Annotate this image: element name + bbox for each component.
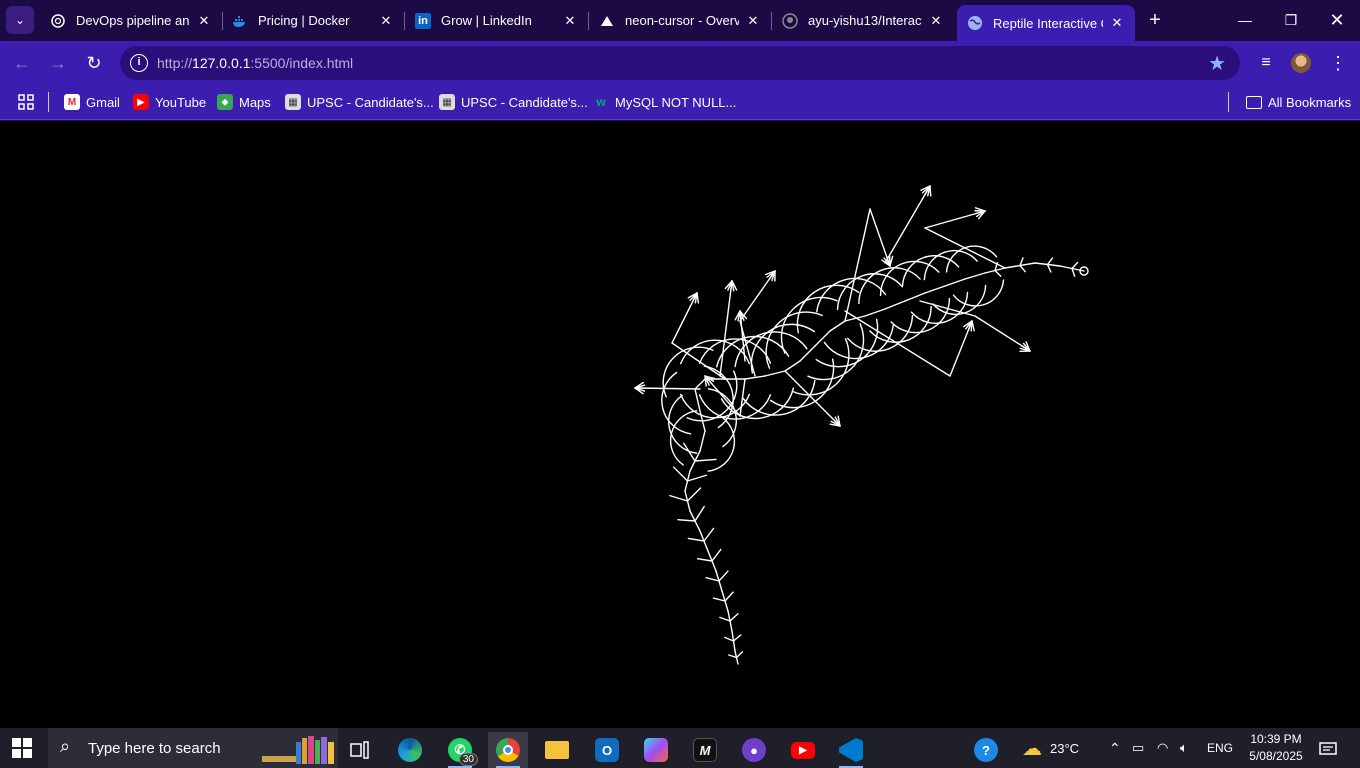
tab-close-icon[interactable]: ✕ bbox=[1109, 15, 1125, 31]
copilot-icon[interactable] bbox=[636, 732, 676, 768]
bookmark-star-icon[interactable]: ★ bbox=[1208, 51, 1226, 76]
tab-close-icon[interactable]: ✕ bbox=[196, 13, 212, 29]
tab-title: neon-cursor - Overvi bbox=[625, 13, 739, 28]
maps-icon: ⬥ bbox=[217, 94, 233, 110]
media-control-icon[interactable]: ≡ bbox=[1254, 51, 1278, 75]
tab-title: DevOps pipeline and bbox=[76, 13, 190, 28]
bookmark-maps[interactable]: ⬥ Maps bbox=[217, 91, 271, 113]
whatsapp-icon[interactable]: ✆ 30 bbox=[440, 732, 480, 768]
tab-close-icon[interactable]: ✕ bbox=[745, 13, 761, 29]
forward-button[interactable]: → bbox=[46, 51, 70, 75]
folder-icon bbox=[1246, 95, 1262, 109]
upsc-icon: ▦ bbox=[285, 94, 301, 110]
reptile-canvas[interactable] bbox=[0, 121, 1360, 728]
tab-close-icon[interactable]: ✕ bbox=[378, 13, 394, 29]
tab-strip: ⌄ DevOps pipeline and ✕ Pricing | Docker… bbox=[0, 0, 1360, 41]
back-button[interactable]: ← bbox=[10, 51, 34, 75]
help-icon[interactable]: ? bbox=[966, 732, 1006, 768]
search-highlight-books-icon bbox=[262, 736, 334, 764]
menu-kebab-icon[interactable]: ⋮ bbox=[1326, 51, 1350, 75]
bookmarks-bar: M Gmail ▶ YouTube ⬥ Maps ▦ UPSC - Candid… bbox=[0, 85, 1360, 120]
tab-title: ayu-yishu13/Interacti bbox=[808, 13, 922, 28]
youtube-icon: ▶ bbox=[133, 94, 149, 110]
all-bookmarks[interactable]: All Bookmarks bbox=[1246, 91, 1351, 113]
edge-icon[interactable] bbox=[390, 732, 430, 768]
github-icon bbox=[782, 12, 798, 29]
windows-taskbar: ⌕ Type here to search ✆ 30 O M ● ▶ ? ☁ 2… bbox=[0, 728, 1360, 768]
docker-icon bbox=[232, 13, 248, 29]
wifi-icon[interactable]: ◠ bbox=[1157, 728, 1168, 768]
system-clock[interactable]: 10:39 PM 5/08/2025 bbox=[1240, 731, 1312, 765]
task-view-icon[interactable] bbox=[340, 732, 380, 768]
tab-linkedin[interactable]: in Grow | LinkedIn ✕ bbox=[405, 4, 589, 37]
w3-icon: w bbox=[596, 95, 606, 109]
reptile-skeleton bbox=[634, 185, 1089, 665]
bookmark-mysql[interactable]: w MySQL NOT NULL... bbox=[593, 91, 736, 113]
browser-chrome: ⌄ DevOps pipeline and ✕ Pricing | Docker… bbox=[0, 0, 1360, 121]
reload-button[interactable]: ↻ bbox=[82, 51, 106, 75]
notifications-icon[interactable] bbox=[1308, 732, 1348, 768]
youtube-app-icon[interactable]: ▶ bbox=[783, 732, 823, 768]
tab-search-button[interactable]: ⌄ bbox=[6, 6, 34, 34]
tab-neon-cursor[interactable]: neon-cursor - Overvi ✕ bbox=[589, 4, 772, 37]
address-bar[interactable]: i http://127.0.0.1:5500/index.html ★ bbox=[120, 46, 1240, 80]
whatsapp-badge: 30 bbox=[458, 753, 478, 766]
chatgpt-icon bbox=[50, 13, 66, 29]
bookmark-gmail[interactable]: M Gmail bbox=[64, 91, 120, 113]
linkedin-icon: in bbox=[415, 12, 431, 29]
tab-title: Reptile Interactive Cu bbox=[993, 15, 1103, 31]
tab-title: Grow | LinkedIn bbox=[441, 13, 532, 28]
notion-m-icon[interactable]: M bbox=[685, 732, 725, 768]
battery-icon[interactable]: ▭ bbox=[1132, 728, 1144, 768]
site-info-icon[interactable]: i bbox=[130, 54, 148, 72]
bookmark-youtube[interactable]: ▶ YouTube bbox=[133, 91, 206, 113]
url-text[interactable]: http://127.0.0.1:5500/index.html bbox=[157, 55, 353, 71]
restore-button[interactable]: ❐ bbox=[1268, 0, 1314, 40]
gmail-icon: M bbox=[64, 94, 80, 110]
new-tab-button[interactable]: + bbox=[1143, 8, 1167, 32]
search-icon: ⌕ bbox=[60, 736, 71, 756]
github-desktop-icon[interactable]: ● bbox=[734, 732, 774, 768]
apps-grid-icon[interactable] bbox=[18, 91, 34, 113]
close-window-button[interactable]: ✕ bbox=[1314, 0, 1360, 40]
tab-reptile[interactable]: Reptile Interactive Cu ✕ bbox=[957, 5, 1135, 41]
profile-avatar[interactable] bbox=[1291, 53, 1311, 73]
show-hidden-icons-chevron-icon[interactable]: ⌃ bbox=[1109, 728, 1121, 768]
outlook-icon[interactable]: O bbox=[587, 732, 627, 768]
vscode-icon[interactable] bbox=[831, 732, 871, 768]
weather-widget[interactable]: ☁ 23°C bbox=[1022, 728, 1079, 768]
tab-docker[interactable]: Pricing | Docker ✕ bbox=[222, 4, 405, 37]
tab-github[interactable]: ayu-yishu13/Interacti ✕ bbox=[772, 4, 954, 37]
tab-title: Pricing | Docker bbox=[258, 13, 350, 28]
language-indicator[interactable]: ENG bbox=[1207, 728, 1233, 768]
browser-toolbar: ← → ↻ i http://127.0.0.1:5500/index.html… bbox=[0, 41, 1360, 85]
weather-cloud-sun-icon: ☁ bbox=[1022, 737, 1042, 760]
windows-start-icon[interactable] bbox=[12, 738, 32, 758]
tab-devops[interactable]: DevOps pipeline and ✕ bbox=[40, 4, 223, 37]
volume-icon[interactable]: 🔈︎ bbox=[1180, 728, 1188, 768]
globe-icon bbox=[967, 15, 983, 31]
bookmark-upsc-1[interactable]: ▦ UPSC - Candidate's... bbox=[285, 91, 434, 113]
taskbar-search-box[interactable]: ⌕ Type here to search bbox=[48, 728, 338, 768]
tab-close-icon[interactable]: ✕ bbox=[562, 13, 578, 29]
vercel-icon bbox=[599, 13, 615, 29]
tab-close-icon[interactable]: ✕ bbox=[928, 13, 944, 29]
upsc-icon: ▦ bbox=[439, 94, 455, 110]
minimize-button[interactable]: — bbox=[1222, 0, 1268, 40]
chrome-icon[interactable] bbox=[488, 732, 528, 768]
file-explorer-icon[interactable] bbox=[537, 732, 577, 768]
bookmark-upsc-2[interactable]: ▦ UPSC - Candidate's... bbox=[439, 91, 588, 113]
